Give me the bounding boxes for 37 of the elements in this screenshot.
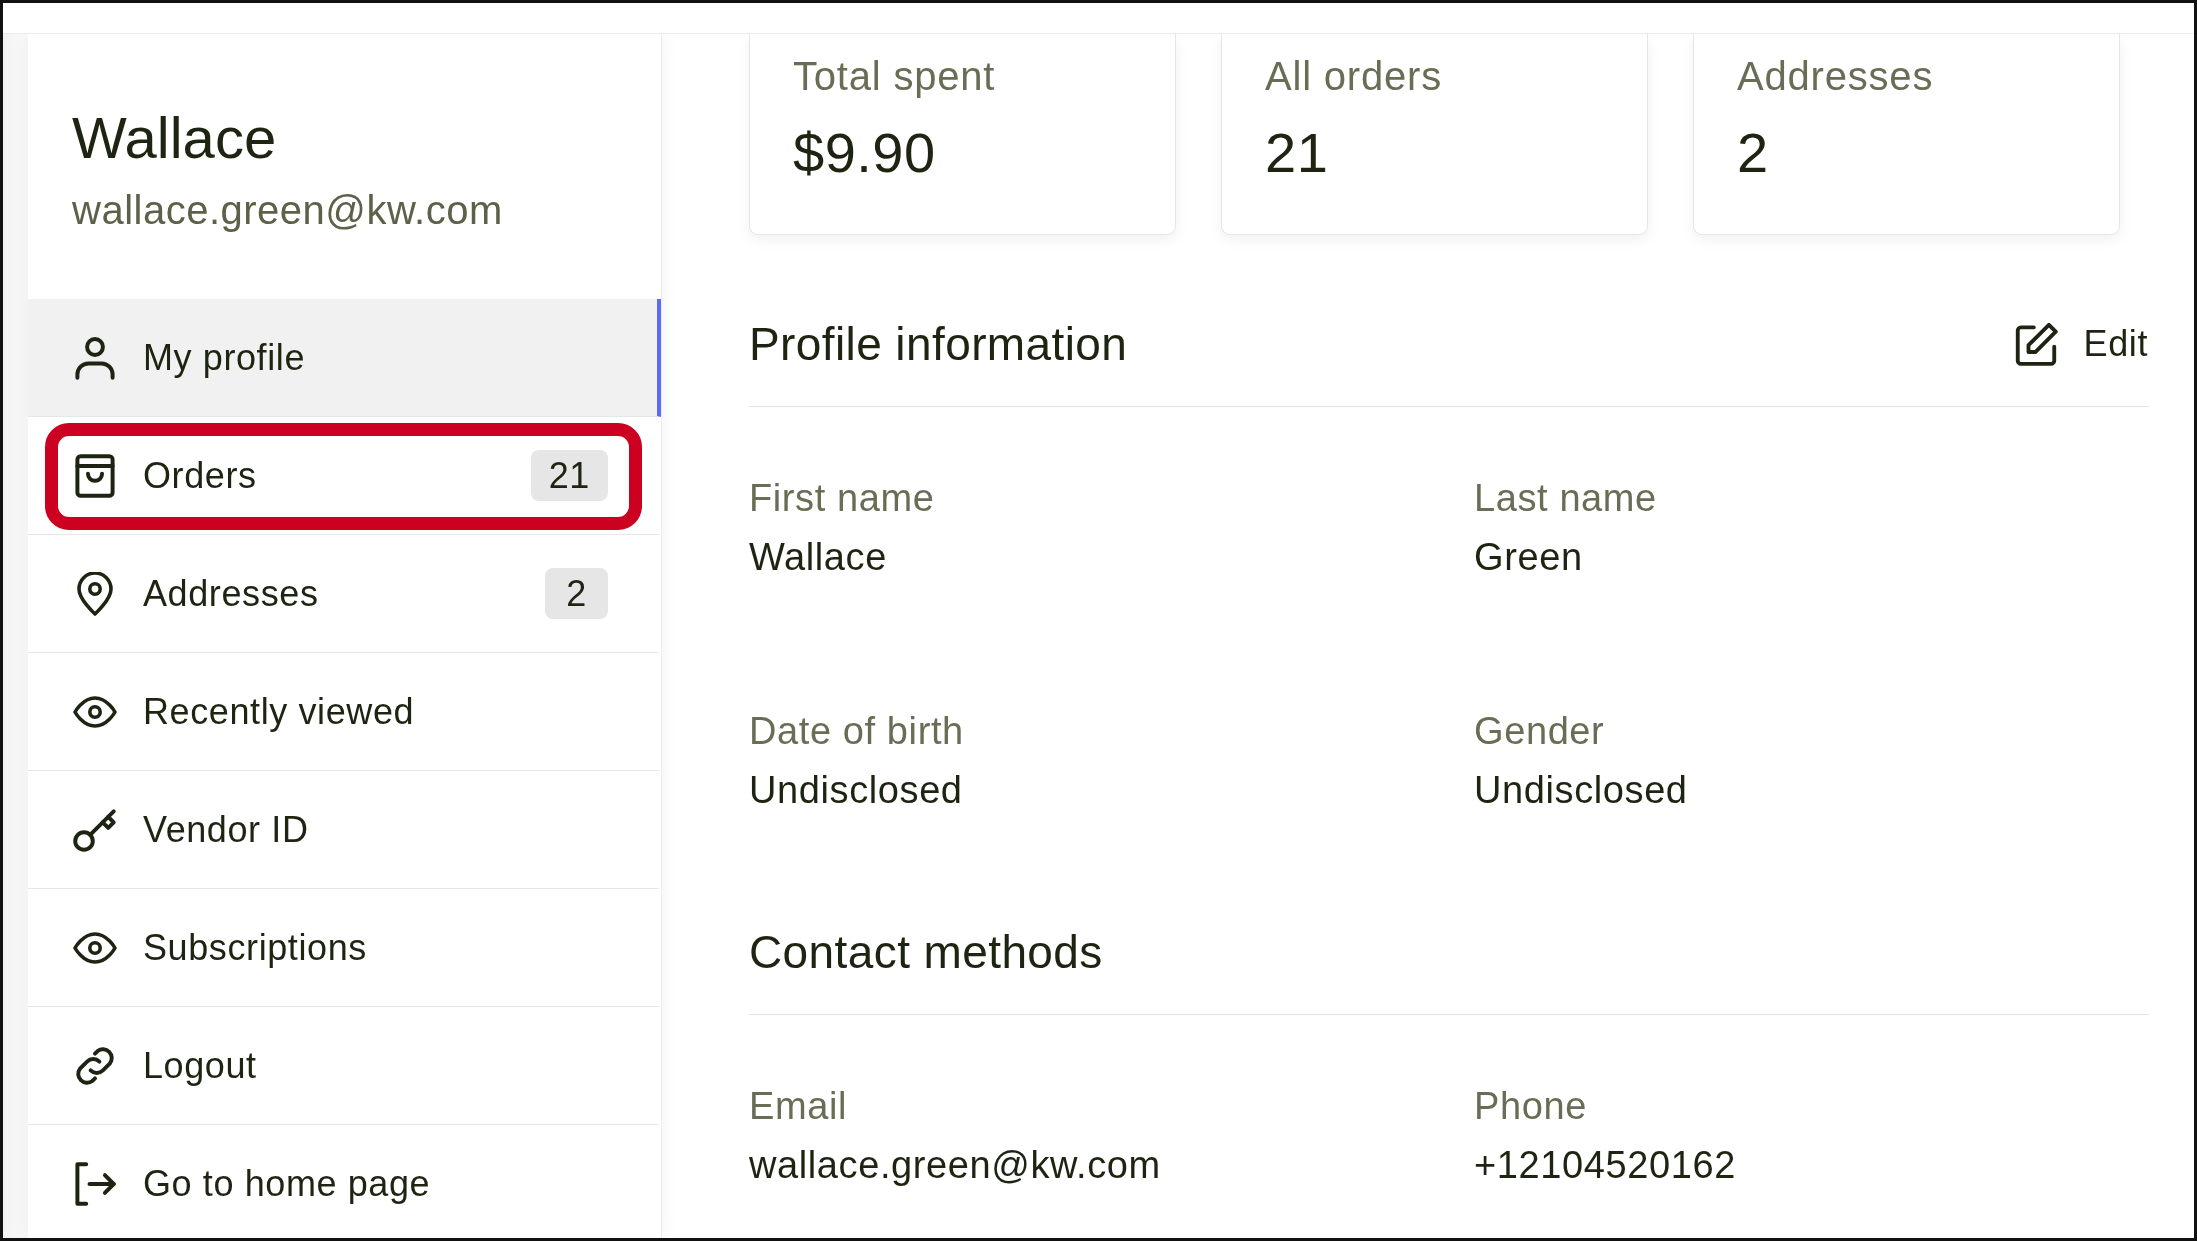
stat-label: All orders <box>1265 53 1443 100</box>
edit-icon <box>2013 322 2058 366</box>
sidebar-item[interactable]: Logout <box>28 1007 661 1125</box>
field-value: Wallace <box>749 535 888 580</box>
sidebar-item[interactable]: Go to home page <box>28 1125 661 1238</box>
key-icon <box>73 807 117 852</box>
person-icon <box>73 335 117 380</box>
bag-icon <box>73 453 117 498</box>
field-value: wallace.green@kw.com <box>749 1143 1162 1188</box>
edit-button[interactable]: Edit <box>2013 322 2148 366</box>
sidebar-item[interactable]: Vendor ID <box>28 771 661 889</box>
section-heading: Profile information <box>749 317 1128 372</box>
field-label: Phone <box>1474 1084 1588 1129</box>
sidebar-item[interactable]: My profile <box>28 299 661 417</box>
sidebar-item[interactable]: Recently viewed <box>28 653 661 771</box>
stat-value: 2 <box>1737 120 1770 186</box>
profile-email: wallace.green@kw.com <box>72 187 504 234</box>
stat-value: $9.90 <box>793 120 937 186</box>
sidebar-item[interactable]: Addresses 2 <box>28 535 661 653</box>
stat-label: Addresses <box>1737 53 1935 100</box>
field-value: Undisclosed <box>1474 768 1689 813</box>
field-label: Date of birth <box>749 709 965 754</box>
stat-label: Total spent <box>793 53 997 100</box>
section-heading: Contact methods <box>749 925 1103 980</box>
count-badge: 2 <box>545 568 608 619</box>
count-badge: 21 <box>530 450 608 501</box>
field-value: +12104520162 <box>1474 1143 1737 1188</box>
profile-name: Wallace <box>72 104 278 172</box>
field-label: First name <box>749 476 936 521</box>
field-label: Email <box>749 1084 849 1129</box>
field-label: Gender <box>1474 709 1606 754</box>
sidebar-item[interactable]: Subscriptions <box>28 889 661 1007</box>
sidebar-item[interactable]: Orders 21 <box>28 417 661 535</box>
field-value: Green <box>1474 535 1584 580</box>
field-value: Undisclosed <box>749 768 964 813</box>
stat-value: 21 <box>1265 120 1330 186</box>
field-label: Last name <box>1474 476 1658 521</box>
